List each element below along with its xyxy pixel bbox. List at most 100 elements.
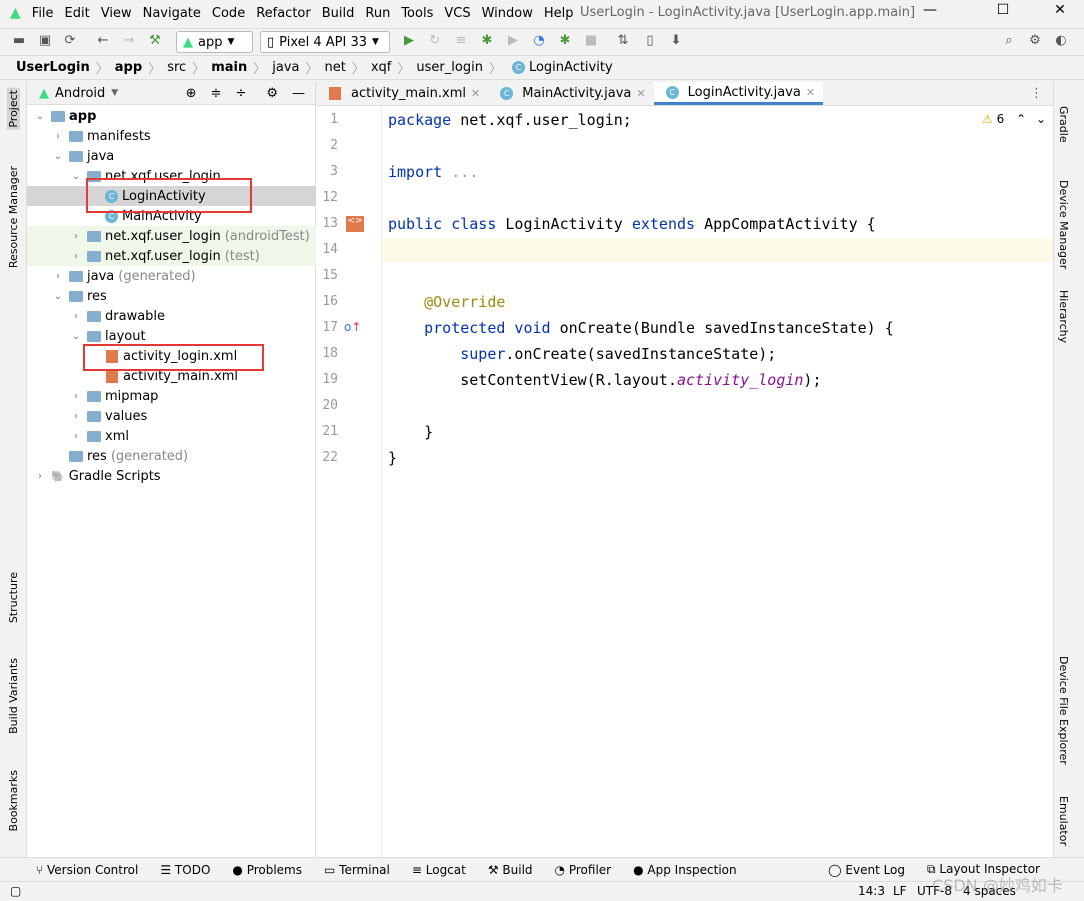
close-button[interactable]: ✕ (1040, 2, 1080, 24)
stripe-resource-manager[interactable]: Resource Manager (7, 166, 20, 268)
sdk-manager-icon[interactable]: ⬇ (667, 33, 685, 51)
hide-icon[interactable]: — (292, 86, 305, 101)
code-line-16[interactable]: @Override (388, 293, 505, 311)
crumb-login-activity[interactable]: LoginActivity (529, 60, 613, 75)
chevron-down-icon[interactable]: ⌄ (51, 151, 65, 162)
code-line-18[interactable]: super.onCreate(savedInstanceState); (388, 345, 776, 363)
close-tab-icon[interactable]: ✕ (636, 87, 645, 100)
code-line-13[interactable]: public class LoginActivity extends AppCo… (388, 215, 876, 233)
tool-problems[interactable]: ● Problems (232, 863, 302, 877)
stripe-structure[interactable]: Structure (7, 572, 20, 623)
menu-help[interactable]: Help (544, 6, 574, 21)
chevron-right-icon[interactable]: › (51, 131, 65, 142)
tool-todo[interactable]: ☰ TODO (160, 863, 210, 877)
chevron-right-icon[interactable]: › (69, 431, 83, 442)
tree-item[interactable]: › drawable (27, 306, 316, 326)
code-line-19[interactable]: setContentView(R.layout.activity_login); (388, 371, 821, 389)
tree-item[interactable]: › values (27, 406, 316, 426)
stripe-device-manager[interactable]: Device Manager (1057, 180, 1070, 269)
chevron-right-icon[interactable]: › (69, 411, 83, 422)
tool-profiler[interactable]: ◔ Profiler (555, 863, 612, 877)
code-line-1[interactable]: package net.xqf.user_login; (388, 111, 632, 129)
tree-item[interactable]: › mipmap (27, 386, 316, 406)
save-icon[interactable]: ▣ (36, 33, 54, 51)
debug-icon[interactable]: ✱ (478, 33, 496, 51)
menu-refactor[interactable]: Refactor (256, 6, 311, 21)
collapse-all-icon[interactable]: ÷ (235, 86, 246, 101)
gear-icon[interactable]: ⚙ (266, 86, 278, 101)
expand-all-icon[interactable]: ≑ (211, 86, 222, 101)
tree-item[interactable]: › xml (27, 426, 316, 446)
toggle-tool-windows-icon[interactable]: ▢ (10, 884, 21, 898)
tree-item[interactable]: ⌄ res (27, 286, 316, 306)
code-line-17[interactable]: protected void onCreate(Bundle savedInst… (388, 319, 894, 337)
tree-item[interactable]: ⌄ layout (27, 326, 316, 346)
menu-build[interactable]: Build (322, 6, 355, 21)
crumb-xqf[interactable]: xqf (371, 60, 392, 75)
run-config-select[interactable]: ▲ app ▼ (176, 31, 253, 53)
forward-icon[interactable]: → (120, 33, 138, 51)
gear-icon[interactable]: ⚙ (1026, 33, 1044, 51)
stripe-device-file-explorer[interactable]: Device File Explorer (1057, 656, 1070, 765)
tab-login-activity[interactable]: C LoginActivity.java ✕ (653, 82, 824, 105)
device-manager-icon[interactable]: ▯ (641, 33, 659, 51)
apply-changes-icon[interactable]: ↻ (426, 33, 444, 51)
crumb-app[interactable]: app (115, 60, 142, 75)
warnings-indicator[interactable]: ⚠ 6 ⌃ ⌄ (982, 112, 1046, 126)
crumb-user-login[interactable]: user_login (416, 60, 483, 75)
sync-gradle-icon[interactable]: ⇅ (614, 33, 632, 51)
apply-code-changes-icon[interactable]: ≡ (452, 33, 470, 51)
caret-position[interactable]: 14:3 (858, 884, 885, 898)
build-hammer-icon[interactable]: ⚒ (146, 33, 164, 51)
stripe-emulator[interactable]: Emulator (1057, 796, 1070, 846)
chevron-right-icon[interactable]: › (69, 391, 83, 402)
tool-build[interactable]: ⚒ Build (488, 863, 533, 877)
locate-icon[interactable]: ⊕ (186, 86, 197, 101)
menu-tools[interactable]: Tools (401, 6, 433, 21)
run-icon[interactable]: ▶ (400, 33, 418, 51)
crumb-main[interactable]: main (211, 60, 247, 75)
chevron-right-icon[interactable]: › (51, 271, 65, 282)
stripe-gradle[interactable]: Gradle (1057, 106, 1070, 143)
tool-app-inspection[interactable]: ● App Inspection (633, 863, 737, 877)
tool-terminal[interactable]: ▭ Terminal (324, 863, 390, 877)
back-icon[interactable]: ← (94, 33, 112, 51)
tree-item[interactable]: › java (generated) (27, 266, 316, 286)
stripe-build-variants[interactable]: Build Variants (7, 658, 20, 734)
avatar-icon[interactable]: ◐ (1052, 33, 1070, 51)
line-separator[interactable]: LF (893, 884, 907, 898)
code-line-3[interactable]: import ... (388, 163, 478, 181)
menu-file[interactable]: File (32, 6, 54, 21)
menu-view[interactable]: View (101, 6, 132, 21)
chevron-down-icon[interactable]: ⌄ (69, 171, 83, 182)
tool-version-control[interactable]: ⑂ Version Control (36, 863, 138, 877)
override-gutter-icon[interactable]: o↑ (344, 320, 361, 334)
stop-icon[interactable]: ■ (582, 33, 600, 51)
tool-event-log[interactable]: ◯ Event Log (828, 863, 905, 877)
chevron-right-icon[interactable]: › (69, 251, 83, 262)
crumb-net[interactable]: net (325, 60, 346, 75)
close-tab-icon[interactable]: ✕ (806, 86, 815, 99)
stripe-hierarchy[interactable]: Hierarchy (1057, 290, 1070, 343)
chevron-right-icon[interactable]: › (69, 311, 83, 322)
menu-window[interactable]: Window (482, 6, 533, 21)
tree-item[interactable]: res (generated) (27, 446, 316, 466)
search-icon[interactable]: ⌕ (1000, 33, 1018, 51)
maximize-button[interactable]: ☐ (983, 2, 1023, 24)
crumb-project[interactable]: UserLogin (16, 60, 90, 75)
project-view-select[interactable]: Android (55, 86, 105, 101)
code-line-21[interactable]: } (388, 423, 433, 441)
menu-code[interactable]: Code (212, 6, 245, 21)
tree-item[interactable]: › net.xqf.user_login (test) (27, 246, 316, 266)
open-icon[interactable]: ▬ (10, 33, 28, 51)
menu-run[interactable]: Run (365, 6, 390, 21)
device-select[interactable]: ▯ Pixel 4 API 33 ▼ (260, 31, 390, 53)
chevron-down-icon[interactable]: ⌄ (51, 291, 65, 302)
tree-item[interactable]: › net.xqf.user_login (androidTest) (27, 226, 316, 246)
tree-item[interactable]: › 🐘 Gradle Scripts (27, 466, 316, 486)
menu-navigate[interactable]: Navigate (143, 6, 201, 21)
minimize-button[interactable]: — (910, 2, 950, 24)
tab-activity-main-xml[interactable]: activity_main.xml ✕ (316, 82, 488, 105)
tool-logcat[interactable]: ≡ Logcat (412, 863, 466, 877)
code-line-22[interactable]: } (388, 449, 397, 467)
